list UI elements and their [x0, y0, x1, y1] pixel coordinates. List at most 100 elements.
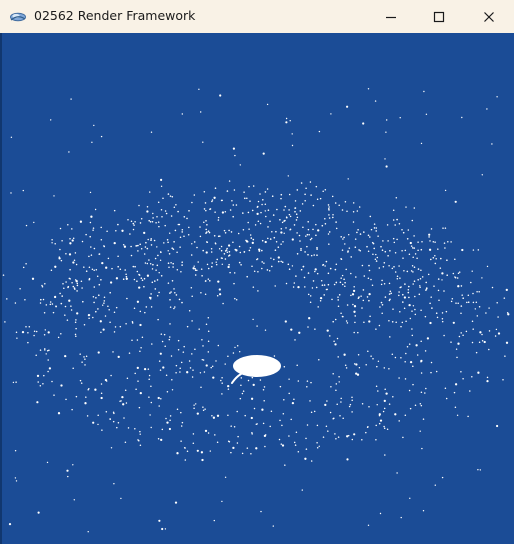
particle-dot — [22, 189, 24, 192]
particle-dot — [338, 294, 341, 296]
particle-dot — [143, 277, 146, 280]
particle-dot — [220, 249, 223, 252]
particle-dot — [198, 88, 200, 90]
particle-dot — [452, 272, 455, 275]
particle-dot — [399, 286, 402, 289]
particle-dot — [145, 306, 148, 308]
particle-dot — [411, 219, 414, 222]
particle-dot — [98, 283, 101, 286]
particle-dot — [346, 304, 349, 306]
particle-dot — [332, 216, 334, 219]
particle-dot — [12, 381, 15, 384]
minimize-button[interactable] — [368, 0, 414, 33]
particle-dot — [203, 371, 206, 373]
particle-dot — [252, 238, 255, 241]
particle-dot — [324, 403, 327, 407]
particle-dot — [199, 235, 202, 238]
particle-dot — [351, 396, 353, 398]
particle-dot — [429, 240, 431, 242]
particle-dot — [191, 353, 193, 355]
particle-dot — [148, 259, 150, 261]
particle-dot — [424, 350, 427, 352]
particle-dot — [422, 418, 425, 420]
particle-dot — [127, 427, 130, 429]
particle-dot — [357, 229, 359, 231]
particle-dot — [435, 312, 438, 315]
particle-dot — [383, 425, 385, 428]
particle-dot — [318, 130, 321, 133]
particle-dot — [246, 241, 249, 243]
particle-dot — [19, 288, 21, 290]
particle-dot — [98, 294, 100, 297]
title-bar[interactable]: 02562 Render Framework — [0, 0, 514, 33]
particle-dot — [60, 302, 63, 305]
particle-dot — [172, 262, 174, 265]
particle-dot — [334, 202, 337, 204]
particle-dot — [251, 265, 253, 268]
particle-dot — [84, 364, 86, 366]
particle-dot — [406, 238, 409, 240]
particle-dot — [188, 360, 191, 362]
maximize-button[interactable] — [416, 0, 462, 33]
particle-dot — [136, 300, 140, 303]
particle-dot — [191, 376, 194, 378]
particle-dot — [375, 424, 377, 427]
particle-dot — [208, 231, 211, 234]
particle-dot — [113, 331, 116, 333]
particle-dot — [450, 300, 453, 303]
particle-dot — [121, 395, 124, 399]
particle-dot — [434, 262, 437, 265]
particle-dot — [408, 285, 410, 288]
particle-dot — [314, 268, 317, 271]
particle-dot — [171, 280, 174, 282]
particle-dot — [289, 215, 292, 218]
particle-dot — [228, 254, 231, 256]
particle-dot — [206, 263, 209, 266]
particle-dot — [479, 331, 482, 334]
render-viewport[interactable] — [0, 33, 514, 544]
particle-dot — [411, 265, 414, 267]
particle-dot — [410, 245, 413, 247]
particle-dot — [156, 246, 158, 248]
particle-dot — [206, 224, 208, 226]
particle-dot — [325, 288, 328, 291]
particle-dot — [220, 379, 222, 382]
particle-dot — [485, 312, 487, 314]
particle-dot — [341, 209, 344, 211]
particle-dot — [381, 249, 384, 251]
particle-dot — [283, 399, 285, 401]
particle-dot — [386, 119, 388, 121]
particle-dot — [374, 100, 377, 102]
particle-dot — [176, 452, 179, 455]
particle-dot — [93, 269, 95, 271]
particle-dot — [321, 284, 324, 286]
particle-dot — [352, 289, 356, 293]
particle-dot — [180, 425, 183, 427]
close-button[interactable] — [466, 0, 512, 33]
particle-dot — [231, 199, 233, 202]
particle-dot — [109, 418, 111, 421]
particle-dot — [396, 238, 398, 241]
particle-dot — [244, 197, 246, 200]
particle-dot — [217, 280, 220, 283]
particle-dot — [167, 262, 170, 264]
particle-dot — [360, 295, 362, 297]
particle-dot — [347, 250, 349, 252]
particle-dot — [403, 270, 405, 272]
particle-dot — [39, 384, 42, 387]
particle-dot — [140, 217, 143, 220]
particle-dot — [471, 270, 473, 272]
particle-dot — [253, 270, 256, 273]
particle-dot — [352, 211, 355, 213]
particle-dot — [209, 208, 212, 210]
particle-dot — [444, 189, 447, 192]
particle-dot — [369, 315, 371, 318]
particle-dot — [247, 211, 250, 214]
particle-dot — [264, 203, 267, 205]
particle-dot — [366, 426, 369, 428]
particle-dot — [470, 281, 472, 284]
particle-dot — [92, 296, 95, 298]
particle-dot — [331, 298, 333, 301]
particle-dot — [80, 382, 83, 384]
particle-dot — [123, 245, 127, 248]
